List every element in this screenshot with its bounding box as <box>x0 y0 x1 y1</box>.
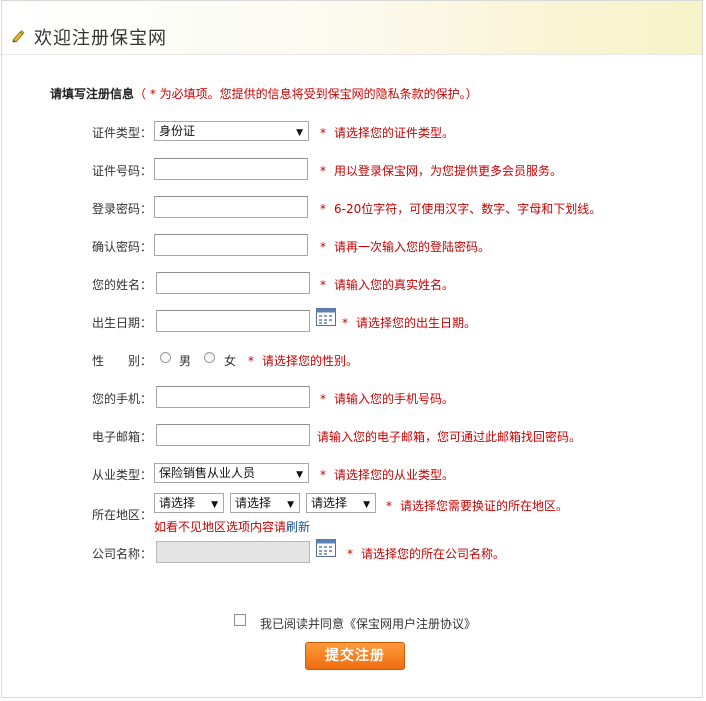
row-birthday: 出生日期： * 请选择您的出生日期。 <box>2 308 704 334</box>
row-company: 公司名称： * 请选择您的所在公司名称。 <box>2 539 704 565</box>
registration-panel: 欢迎注册保宝网 请填写注册信息（ * 为必填项。您提供的信息将受到保宝网的隐私条… <box>1 0 703 698</box>
intro-heading: 请填写注册信息 <box>50 87 135 101</box>
pencil-icon <box>12 30 25 43</box>
submit-button[interactable]: 提交注册 <box>305 642 405 670</box>
password-hint: * 6-20位字符，可使用汉字、数字、字母和下划线。 <box>320 202 602 216</box>
row-occupation: 从业类型： 保险销售从业人员 ▼ * 请选择您的从业类型。 <box>2 462 704 486</box>
confirm-password-label: 确认密码： <box>92 240 153 254</box>
form-intro: 请填写注册信息（ * 为必填项。您提供的信息将受到保宝网的隐私条款的保护。） <box>50 85 478 102</box>
gender-female-label: 女 <box>224 354 237 368</box>
row-id-type: 证件类型： 身份证 ▼ * 请选择您的证件类型。 <box>2 120 704 144</box>
calendar-icon[interactable] <box>316 308 336 326</box>
agreement-checkbox[interactable] <box>234 614 246 626</box>
id-type-select[interactable]: 身份证 ▼ <box>154 121 309 141</box>
gender-hint: * 请选择您的性别。 <box>248 354 359 368</box>
occupation-hint: * 请选择您的从业类型。 <box>320 468 455 482</box>
id-number-hint: * 用以登录保宝网，为您提供更多会员服务。 <box>320 164 563 178</box>
row-region: 所在地区： 请选择 ▼ 请选择 ▼ 请选择 ▼ * 请选择您需要换证的所在地区。 <box>2 492 704 522</box>
id-number-input[interactable] <box>154 158 308 180</box>
panel-header: 欢迎注册保宝网 <box>2 1 702 55</box>
confirm-password-hint: * 请再一次输入您的登陆密码。 <box>320 240 491 254</box>
name-input[interactable] <box>156 272 310 294</box>
region-refresh-note: 如看不见地区选项内容请刷新 <box>154 520 311 534</box>
page-title: 欢迎注册保宝网 <box>34 28 167 49</box>
company-label: 公司名称： <box>92 547 153 561</box>
company-hint: * 请选择您的所在公司名称。 <box>347 547 506 561</box>
birthday-input[interactable] <box>156 310 310 332</box>
gender-male-radio[interactable] <box>160 352 171 363</box>
confirm-password-input[interactable] <box>154 234 308 256</box>
occupation-select[interactable]: 保险销售从业人员 ▼ <box>154 463 309 483</box>
id-type-label: 证件类型： <box>92 126 153 140</box>
gender-female-radio[interactable] <box>204 352 215 363</box>
gender-male-label: 男 <box>179 354 192 368</box>
region-hint: * 请选择您需要换证的所在地区。 <box>386 499 569 513</box>
email-label: 电子邮箱： <box>92 430 153 444</box>
company-input[interactable] <box>156 541 310 563</box>
row-gender: 性 别： 男 女 * 请选择您的性别。 <box>2 348 704 372</box>
intro-note: （ * 为必填项。您提供的信息将受到保宝网的隐私条款的保护。） <box>134 87 478 101</box>
company-picker-icon[interactable] <box>316 539 336 557</box>
dropdown-arrow-icon: ▼ <box>296 128 303 138</box>
region-label: 所在地区： <box>92 508 153 522</box>
dropdown-arrow-icon: ▼ <box>211 500 218 510</box>
row-mobile: 您的手机： * 请输入您的手机号码。 <box>2 386 704 410</box>
mobile-hint: * 请输入您的手机号码。 <box>320 392 455 406</box>
name-label: 您的姓名： <box>92 278 153 292</box>
email-hint: 请输入您的电子邮箱，您可通过此邮箱找回密码。 <box>317 430 582 444</box>
id-type-hint: * 请选择您的证件类型。 <box>320 126 455 140</box>
mobile-input[interactable] <box>156 386 310 408</box>
mobile-label: 您的手机： <box>92 392 153 406</box>
id-number-label: 证件号码： <box>92 164 153 178</box>
name-hint: * 请输入您的真实姓名。 <box>320 278 455 292</box>
dropdown-arrow-icon: ▼ <box>363 500 370 510</box>
dropdown-arrow-icon: ▼ <box>296 470 303 480</box>
password-input[interactable] <box>154 196 308 218</box>
occupation-value: 保险销售从业人员 <box>159 466 256 480</box>
agreement-text[interactable]: 我已阅读并同意《保宝网用户注册协议》 <box>260 615 476 632</box>
email-input[interactable] <box>156 424 310 446</box>
row-password: 登录密码： * 6-20位字符，可使用汉字、数字、字母和下划线。 <box>2 196 704 220</box>
district-select[interactable]: 请选择 ▼ <box>306 493 376 513</box>
row-name: 您的姓名： * 请输入您的真实姓名。 <box>2 272 704 296</box>
id-type-value: 身份证 <box>159 124 196 138</box>
birthday-hint: * 请选择您的出生日期。 <box>342 316 477 330</box>
password-label: 登录密码： <box>92 202 153 216</box>
row-confirm-password: 确认密码： * 请再一次输入您的登陆密码。 <box>2 234 704 258</box>
gender-label: 性 别： <box>92 354 153 368</box>
occupation-label: 从业类型： <box>92 468 153 482</box>
province-select[interactable]: 请选择 ▼ <box>154 493 224 513</box>
city-select[interactable]: 请选择 ▼ <box>230 493 300 513</box>
birthday-label: 出生日期： <box>92 316 153 330</box>
dropdown-arrow-icon: ▼ <box>287 500 294 510</box>
refresh-link[interactable]: 刷新 <box>286 520 310 534</box>
row-email: 电子邮箱： 请输入您的电子邮箱，您可通过此邮箱找回密码。 <box>2 424 704 448</box>
row-id-number: 证件号码： * 用以登录保宝网，为您提供更多会员服务。 <box>2 158 704 182</box>
